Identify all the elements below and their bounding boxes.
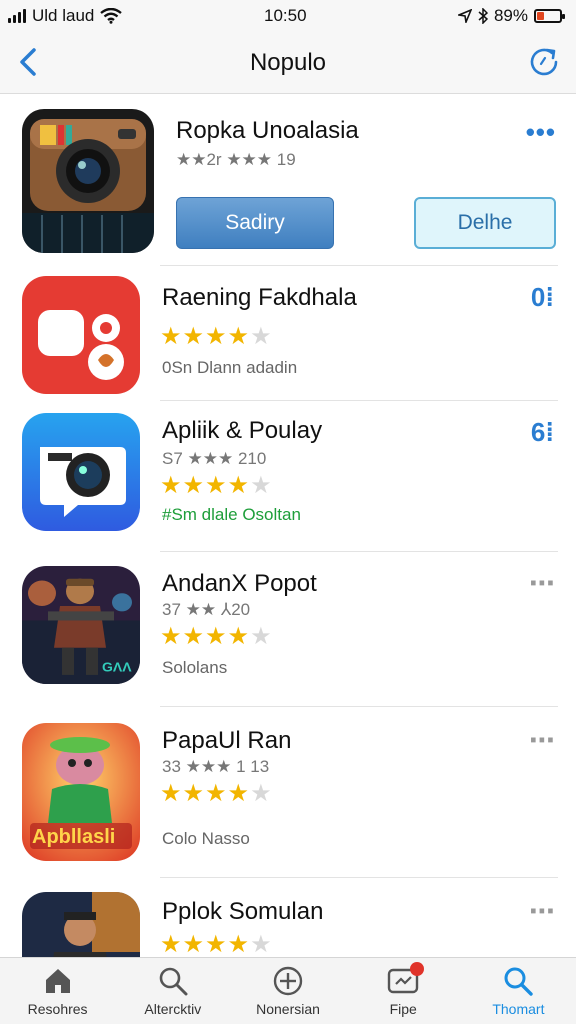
refresh-button[interactable] [526,44,562,80]
svg-text:GΛΛ: GΛΛ [102,660,132,674]
star-rating: ★★★★★ [160,931,273,957]
tab-nonersian[interactable]: Nonersian [230,958,345,1024]
list-item[interactable]: GΛΛ Andan⁠X Popot 37 ★★ ⅄20 ★★★★★ Solola… [0,552,576,706]
add-circle-icon [271,964,305,998]
tab-altercktiv[interactable]: Altercktiv [115,958,230,1024]
camera-icon [22,109,154,253]
chevron-left-icon [20,48,36,76]
notification-badge [410,962,425,976]
star-rating: ★★★★★ [160,780,273,807]
tab-label: Fipe [389,1001,417,1017]
app-name: PapaUl Ran [162,727,292,754]
bluetooth-icon [478,8,488,24]
cartoon-character-icon: Apbllasli [22,723,140,861]
list-item[interactable]: Raening Fakdhala ★★★★★ 0Sn Dlann adadin … [0,266,576,400]
nav-bar: Nopulo [0,32,576,94]
search-icon [156,964,190,998]
tab-resohres[interactable]: Resohres [0,958,115,1024]
app-icon-game[interactable]: GΛΛ [22,566,140,684]
app-icon-messenger[interactable] [22,276,140,394]
app-name: Andan⁠X Popot [162,570,317,597]
app-name: Raening Fakdhala [162,284,357,311]
app-name: Pplok Somulan [162,898,324,925]
wifi-icon [100,8,123,24]
app-icon-photo[interactable] [22,413,140,531]
back-button[interactable] [10,44,46,80]
star-rating: ★★★★★ [160,623,273,650]
list-item[interactable]: Apliik & Poulay S7 ★★★ 210 ★★★★★ #Sm dla… [0,401,576,551]
rating-text: 37 ★★ ⅄20 [162,600,251,619]
status-left: Uld laud [8,6,123,26]
list-item[interactable]: Ropka Unoalasia ★★2r ★★★ 19 ••• Sadiry D… [0,95,576,265]
primary-action-button[interactable]: Sadiry [176,197,334,249]
tab-label: Nonersian [256,1001,320,1017]
app-icon-cartoon[interactable]: Apbllasli [22,723,140,861]
tab-thomart[interactable]: Thomart [461,958,576,1024]
battery-level [537,12,544,20]
list-item[interactable]: Apbllasli PapaUl Ran 33 ★★★ 1 13 ★★★★★ C… [0,707,576,875]
star-rating: ★★★★★ [160,323,273,350]
status-time: 10:50 [264,6,307,25]
tab-label: Altercktiv [144,1001,202,1017]
home-icon [41,964,75,998]
app-icon-action[interactable] [22,892,140,957]
more-options-button[interactable]: ⋯ [529,727,556,753]
star-rating: ★★★★★ [160,472,273,499]
battery-percent: 89% [493,6,528,25]
location-icon [457,9,472,23]
status-right: 89% [457,6,565,26]
rating-text: S7 ★★★ 210 [162,449,267,468]
app-subtitle: #Sm dlale Osoltan [162,505,301,524]
app-list: Ropka Unoalasia ★★2r ★★★ 19 ••• Sadiry D… [0,95,576,957]
page-title: Nopulo [249,48,327,76]
more-options-button[interactable]: 0⁞ [531,282,554,313]
refresh-icon [530,48,558,76]
search-icon [501,964,535,998]
rating-text: 33 ★★★ 1 13 [162,757,270,776]
app-subtitle: 0Sn Dlann adadin [162,358,298,377]
carrier-label: Uld laud [32,6,95,25]
camera-icon [22,413,140,531]
tab-bar: Resohres Altercktiv Nonersian Fipe Thoma… [0,957,576,1024]
rating-text: ★★2r ★★★ 19 [176,150,296,169]
svg-text:Apbllasli: Apbllasli [32,826,115,848]
more-options-button[interactable]: ⋯ [529,898,556,924]
app-icon-camera[interactable] [22,109,154,253]
app-name: Apliik & Poulay [162,417,323,444]
tab-fipe[interactable]: Fipe [346,958,461,1024]
updates-icon [386,962,425,998]
tab-label: Resohres [27,1001,88,1017]
app-subtitle: Sololans [162,658,228,677]
game-character-icon [22,892,140,957]
secondary-action-button[interactable]: Delhe [414,197,556,249]
more-options-button[interactable]: ⋯ [529,570,556,596]
list-item[interactable]: Pplok Somulan ★★★★★ ⋯ [0,878,576,957]
status-bar: Uld laud 10:50 89% [0,0,576,32]
app-subtitle: Colo Nasso [162,829,250,848]
more-options-button[interactable]: ••• [526,119,556,145]
signal-icon [8,9,26,23]
game-character-icon: GΛΛ [22,566,140,684]
more-options-button[interactable]: 6⁞ [531,417,554,448]
tab-label: Thomart [492,1001,545,1017]
app-name: Ropka Unoalasia [176,117,359,144]
chat-bubble-icon [22,276,140,394]
battery-icon [534,9,565,23]
